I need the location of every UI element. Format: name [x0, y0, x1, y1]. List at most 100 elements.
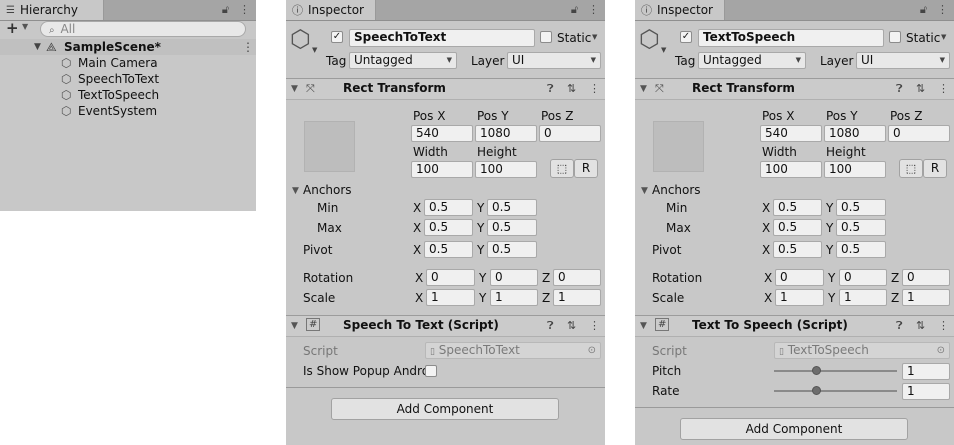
pos-z-field[interactable]: 0: [539, 125, 601, 142]
rect-transform-header[interactable]: ▼ ⤧ Rect Transform ❓︎ ⇅ ⋮: [286, 78, 605, 100]
scene-row[interactable]: ▼ ⟁ SampleScene* ⋮: [0, 39, 256, 55]
anchors-triangle-icon[interactable]: ▼: [641, 186, 648, 196]
min-x-field[interactable]: 0.5: [773, 199, 822, 216]
static-checkbox[interactable]: [889, 31, 901, 43]
object-name-field[interactable]: SpeechToText: [349, 29, 535, 47]
blueprint-mode-button[interactable]: ⬚: [899, 159, 923, 178]
pivot-x-field[interactable]: 0.5: [773, 241, 822, 258]
help-icon[interactable]: ❓︎: [547, 319, 554, 333]
rotation-y-field[interactable]: 0: [839, 269, 887, 286]
kebab-menu-icon[interactable]: ⋮: [938, 82, 949, 95]
expand-triangle-icon[interactable]: ▼: [34, 39, 41, 55]
width-field[interactable]: 100: [760, 161, 822, 178]
static-dropdown-icon[interactable]: ▼: [941, 33, 946, 41]
pitch-slider-handle[interactable]: [812, 366, 821, 375]
is-show-popup-checkbox[interactable]: [425, 365, 437, 377]
hierarchy-item[interactable]: ⬡ EventSystem: [0, 103, 256, 119]
min-y-field[interactable]: 0.5: [836, 199, 886, 216]
tab-inspector[interactable]: ⓘ Inspector: [286, 0, 376, 20]
layer-dropdown[interactable]: UI ▼: [507, 52, 601, 69]
kebab-menu-icon[interactable]: ⋮: [588, 3, 599, 17]
help-icon[interactable]: ❓︎: [896, 319, 903, 333]
collapse-triangle-icon[interactable]: ▼: [291, 321, 298, 331]
pos-y-field[interactable]: 1080: [475, 125, 537, 142]
min-y-field[interactable]: 0.5: [487, 199, 537, 216]
height-field[interactable]: 100: [475, 161, 537, 178]
kebab-menu-icon[interactable]: ⋮: [937, 3, 948, 17]
help-icon[interactable]: ❓︎: [547, 82, 554, 96]
max-x-field[interactable]: 0.5: [773, 219, 822, 236]
search-input[interactable]: ⌕ All: [40, 21, 246, 37]
blueprint-mode-button[interactable]: ⬚: [550, 159, 574, 178]
pos-x-field[interactable]: 540: [411, 125, 473, 142]
pos-y-field[interactable]: 1080: [824, 125, 886, 142]
hierarchy-item[interactable]: ⬡ SpeechToText: [0, 71, 256, 87]
script-component-header[interactable]: ▼ # Speech To Text (Script) ❓︎ ⇅ ⋮: [286, 315, 605, 337]
static-dropdown-icon[interactable]: ▼: [592, 33, 597, 41]
static-checkbox[interactable]: [540, 31, 552, 43]
icon-dropdown-arrow-icon[interactable]: ▼: [312, 46, 317, 54]
icon-dropdown-arrow-icon[interactable]: ▼: [661, 46, 666, 54]
lock-icon[interactable]: 🔓︎: [920, 3, 927, 17]
collapse-triangle-icon[interactable]: ▼: [291, 84, 298, 94]
pitch-slider-track[interactable]: [774, 370, 897, 372]
scene-menu-icon[interactable]: ⋮: [242, 39, 254, 55]
height-field[interactable]: 100: [824, 161, 886, 178]
rotation-z-field[interactable]: 0: [902, 269, 950, 286]
add-component-button[interactable]: Add Component: [331, 398, 559, 420]
lock-icon[interactable]: 🔓︎: [571, 3, 578, 17]
collapse-triangle-icon[interactable]: ▼: [640, 84, 647, 94]
pivot-x-field[interactable]: 0.5: [424, 241, 473, 258]
preset-icon[interactable]: ⇅: [567, 319, 576, 332]
scale-y-field[interactable]: 1: [839, 289, 887, 306]
pitch-value-field[interactable]: 1: [902, 363, 950, 380]
tab-inspector[interactable]: ⓘ Inspector: [635, 0, 725, 20]
min-x-field[interactable]: 0.5: [424, 199, 473, 216]
help-icon[interactable]: ❓︎: [896, 82, 903, 96]
layer-dropdown[interactable]: UI ▼: [856, 52, 950, 69]
preset-icon[interactable]: ⇅: [567, 82, 576, 95]
width-field[interactable]: 100: [411, 161, 473, 178]
hierarchy-item[interactable]: ⬡ Main Camera: [0, 55, 256, 71]
raw-edit-button[interactable]: R: [923, 159, 947, 178]
scale-x-field[interactable]: 1: [775, 289, 824, 306]
add-component-button[interactable]: Add Component: [680, 418, 908, 440]
kebab-menu-icon[interactable]: ⋮: [239, 3, 250, 17]
rect-transform-header[interactable]: ▼ ⤧ Rect Transform ❓︎ ⇅ ⋮: [635, 78, 954, 100]
rotation-x-field[interactable]: 0: [426, 269, 475, 286]
add-button[interactable]: +: [6, 19, 19, 37]
kebab-menu-icon[interactable]: ⋮: [589, 82, 600, 95]
chevron-down-icon[interactable]: ▼: [22, 22, 28, 31]
active-checkbox[interactable]: ✓: [331, 31, 343, 43]
max-y-field[interactable]: 0.5: [836, 219, 886, 236]
tab-hierarchy[interactable]: ☰ Hierarchy: [0, 0, 104, 20]
tag-dropdown[interactable]: Untagged ▼: [698, 52, 806, 69]
pivot-y-field[interactable]: 0.5: [836, 241, 886, 258]
pivot-y-field[interactable]: 0.5: [487, 241, 537, 258]
active-checkbox[interactable]: ✓: [680, 31, 692, 43]
kebab-menu-icon[interactable]: ⋮: [589, 319, 600, 332]
hierarchy-item[interactable]: ⬡ TextToSpeech: [0, 87, 256, 103]
anchors-triangle-icon[interactable]: ▼: [292, 186, 299, 196]
preset-icon[interactable]: ⇅: [916, 82, 925, 95]
preset-icon[interactable]: ⇅: [916, 319, 925, 332]
pos-z-field[interactable]: 0: [888, 125, 950, 142]
scale-y-field[interactable]: 1: [490, 289, 538, 306]
lock-icon[interactable]: 🔓︎: [222, 3, 229, 17]
scale-z-field[interactable]: 1: [902, 289, 950, 306]
pos-x-field[interactable]: 540: [760, 125, 822, 142]
kebab-menu-icon[interactable]: ⋮: [938, 319, 949, 332]
max-y-field[interactable]: 0.5: [487, 219, 537, 236]
rotation-y-field[interactable]: 0: [490, 269, 538, 286]
raw-edit-button[interactable]: R: [574, 159, 598, 178]
object-name-field[interactable]: TextToSpeech: [698, 29, 884, 47]
script-component-header[interactable]: ▼ # Text To Speech (Script) ❓︎ ⇅ ⋮: [635, 315, 954, 337]
rotation-z-field[interactable]: 0: [553, 269, 601, 286]
collapse-triangle-icon[interactable]: ▼: [640, 321, 647, 331]
anchor-preset-button[interactable]: [304, 121, 355, 172]
rate-slider-handle[interactable]: [812, 386, 821, 395]
rotation-x-field[interactable]: 0: [775, 269, 824, 286]
anchor-preset-button[interactable]: [653, 121, 704, 172]
rate-slider-track[interactable]: [774, 390, 897, 392]
max-x-field[interactable]: 0.5: [424, 219, 473, 236]
